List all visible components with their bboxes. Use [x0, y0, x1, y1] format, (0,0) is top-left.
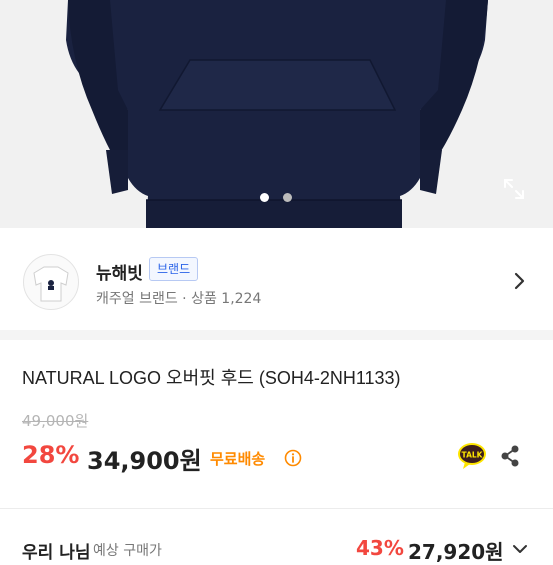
kakao-talk-icon[interactable]: TALK [456, 440, 488, 472]
brand-row[interactable]: 뉴해빗 브랜드 캐주얼 브랜드 · 상품 1,224 [0, 228, 553, 330]
gallery-pagination [260, 193, 292, 202]
brand-badge: 브랜드 [149, 257, 199, 281]
brand-name[interactable]: 뉴해빗 [96, 259, 143, 284]
sale-price: 34,900원 [87, 447, 202, 475]
free-shipping-label: 무료배송 [210, 450, 266, 468]
info-icon[interactable] [284, 449, 302, 467]
member-price-sublabel: 예상 구매가 [93, 543, 162, 559]
member-price-label: 우리 나님 [22, 543, 91, 563]
pagination-dot-active[interactable] [260, 193, 269, 202]
chevron-right-icon[interactable] [512, 272, 528, 290]
section-divider [0, 330, 553, 340]
member-discount-rate: 43% [356, 536, 404, 560]
brand-subtitle: 캐주얼 브랜드 · 상품 1,224 [96, 291, 262, 307]
chevron-down-icon[interactable] [512, 543, 528, 555]
discount-rate: 28% [22, 441, 80, 469]
share-icon[interactable] [499, 444, 521, 468]
brand-logo [23, 254, 79, 310]
pagination-dot[interactable] [283, 193, 292, 202]
member-price: 27,920원 [408, 540, 504, 564]
product-image[interactable] [0, 0, 553, 228]
expand-icon[interactable] [502, 177, 526, 201]
original-price: 49,000원 [22, 412, 89, 430]
kakao-talk-label: TALK [462, 451, 484, 460]
product-title: NATURAL LOGO 오버핏 후드 (SOH4-2NH1133) [22, 368, 401, 388]
row-separator [0, 508, 553, 509]
